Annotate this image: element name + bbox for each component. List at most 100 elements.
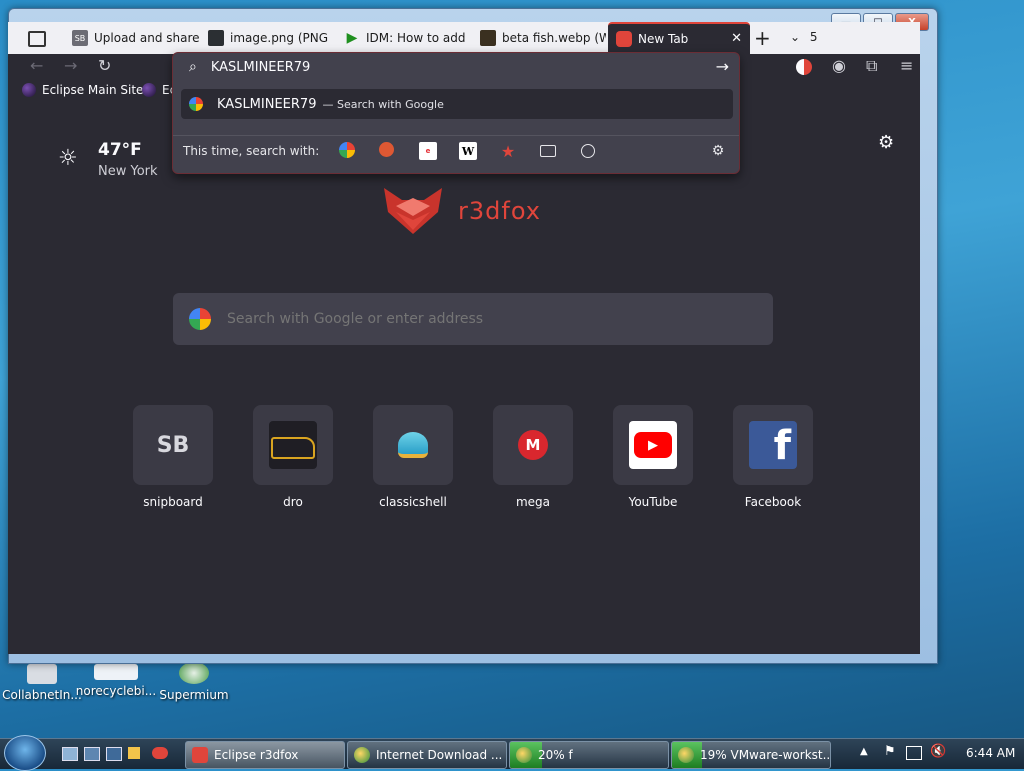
tab-label: IDM: How to add [366, 31, 466, 45]
taskbar-item-download-2[interactable]: 19% VMware-workst... [671, 741, 831, 769]
play-icon: ▶ [346, 30, 358, 46]
tile-youtube[interactable]: ▶ YouTube [613, 405, 693, 509]
search-settings-gear-icon[interactable]: ⚙ [709, 142, 727, 160]
snipboard-icon: SB [72, 30, 88, 46]
tab-list-icon[interactable] [28, 31, 46, 47]
forward-icon[interactable]: → [64, 58, 77, 74]
r3dfox-logo-icon [384, 188, 442, 234]
action-center-flag-icon[interactable]: ⚑ [884, 744, 896, 759]
network-icon[interactable] [906, 746, 922, 760]
r3dfox-quicklaunch-icon[interactable] [152, 747, 168, 759]
tile-classicshell[interactable]: classicshell [373, 405, 453, 509]
suggestion-query: KASLMINEER79 [217, 96, 317, 112]
tile-label: YouTube [628, 495, 678, 509]
taskbar-item-r3dfox[interactable]: Eclipse r3dfox [185, 741, 345, 769]
taskbar-item-label: Eclipse r3dfox [214, 748, 299, 762]
tile-label: mega [515, 495, 551, 509]
tab-beta-fish[interactable]: beta fish.webp (W [480, 22, 606, 54]
ebay-engine-icon[interactable]: e [419, 142, 437, 160]
mega-icon: M [518, 430, 548, 460]
taskbar-item-label: 20% f [538, 748, 573, 762]
tile-dro[interactable]: dro [253, 405, 333, 509]
snipboard-icon: SB [156, 432, 190, 458]
desktop-icon-label: Supermium [159, 688, 229, 702]
search-box[interactable] [173, 293, 773, 345]
switch-windows-icon[interactable] [84, 747, 100, 761]
image-icon [208, 30, 224, 46]
volume-muted-icon[interactable]: 🔇 [930, 744, 946, 759]
tile-facebook[interactable]: f Facebook [733, 405, 813, 509]
new-tab-page: ⚙ [8, 102, 920, 654]
quicklaunch-icon-2[interactable] [128, 747, 140, 759]
taskbar-item-label: 19% VMware-workst... [700, 748, 831, 762]
account-icon[interactable]: ◉ [832, 58, 846, 74]
urlbar-input[interactable]: KASLMINEER79 [211, 60, 310, 75]
tab-bar: SB Upload and share image.png (PNG I ▶ I… [8, 22, 920, 54]
shell-icon [398, 432, 428, 458]
bookmark-label: Eclipse Main Site [42, 83, 144, 97]
tabs-icon[interactable] [539, 142, 557, 160]
start-button[interactable] [4, 735, 46, 771]
extensions-icon[interactable]: ⧉ [866, 58, 877, 74]
tile-label: dro [283, 495, 303, 509]
urlbar[interactable]: ⌕ KASLMINEER79 → [173, 53, 739, 81]
tab-label: image.png (PNG I [230, 31, 330, 45]
desktop-icon-supermium[interactable]: Supermium [152, 662, 236, 702]
history-clock-icon[interactable] [579, 142, 597, 160]
desktop-icon-label: CollabnetIn... [2, 688, 82, 702]
tab-image-png[interactable]: image.png (PNG I [208, 22, 330, 54]
taskbar-item-idm[interactable]: Internet Download ... [347, 741, 507, 769]
weather-city: New York [98, 164, 158, 179]
mega-glyph: M [525, 436, 541, 454]
google-engine-icon[interactable] [339, 142, 355, 158]
tile-mega[interactable]: M mega [493, 405, 573, 509]
search-input[interactable] [225, 303, 729, 335]
gear-icon[interactable]: ⚙ [878, 132, 894, 153]
taskbar-item-label: Internet Download ... [376, 748, 503, 762]
urlbar-popup: ⌕ KASLMINEER79 → KASLMINEER79 — Search w… [172, 52, 740, 174]
new-tab-button[interactable]: + [754, 26, 771, 50]
suggestion-action: — Search with Google [322, 97, 444, 111]
partly-cloudy-icon: ☼ [58, 146, 78, 171]
logo-wordmark: r3dfox [458, 197, 541, 225]
collabnet-icon [27, 664, 57, 684]
desktop-icon-collabnet[interactable]: CollabnetIn... [0, 664, 84, 702]
clock[interactable]: 6:44 AM [966, 746, 1015, 760]
taskbar-item-download-1[interactable]: 20% f [509, 741, 669, 769]
bookmark-eclipse-main[interactable]: Eclipse Main Site [22, 83, 143, 97]
suggestion-row[interactable]: KASLMINEER79 — Search with Google [181, 89, 733, 119]
tile-snipboard[interactable]: SB snipboard [133, 405, 213, 509]
taskbar: Eclipse r3dfox Internet Download ... 20%… [0, 735, 1024, 771]
tab-idm[interactable]: ▶ IDM: How to add [344, 22, 468, 54]
close-tab-icon[interactable]: ✕ [731, 31, 742, 46]
pocket-icon[interactable] [796, 59, 812, 75]
go-arrow-icon[interactable]: → [716, 57, 729, 76]
back-icon[interactable]: ← [30, 58, 43, 74]
tab-overflow-button[interactable]: ⌄ 5 [790, 30, 818, 44]
desktop-icon-label: norecyclebi... [75, 684, 157, 698]
menu-icon[interactable]: ≡ [900, 58, 913, 74]
quicklaunch-icon[interactable] [106, 747, 122, 761]
search-engines-row: This time, search with: e W ★ ⚙ [173, 135, 739, 166]
tab-label: Upload and share [94, 31, 200, 45]
show-desktop-icon[interactable] [62, 747, 78, 761]
tray-chevron-up-icon[interactable]: ▲ [860, 746, 868, 757]
r3dfox-icon [616, 31, 632, 47]
tab-new-tab[interactable]: New Tab ✕ [608, 22, 750, 54]
wikipedia-engine-icon[interactable]: W [459, 142, 477, 160]
bookmarks-star-icon[interactable]: ★ [499, 142, 517, 161]
tab-count: 5 [809, 30, 818, 44]
tile-label: classicshell [379, 495, 447, 509]
google-icon [189, 308, 211, 330]
tile-label: Facebook [744, 495, 802, 509]
tab-snipboard[interactable]: SB Upload and share [72, 22, 200, 54]
reload-icon[interactable]: ↻ [98, 58, 111, 74]
supermium-icon [179, 662, 209, 684]
desktop-icon-norecyclebin[interactable]: norecyclebi... [74, 664, 158, 698]
boot-icon [269, 421, 317, 469]
duckduckgo-engine-icon[interactable] [379, 142, 394, 157]
eclipse-icon [142, 83, 156, 97]
image-icon [480, 30, 496, 46]
norecyclebin-icon [94, 664, 138, 680]
facebook-icon: f [749, 421, 797, 469]
